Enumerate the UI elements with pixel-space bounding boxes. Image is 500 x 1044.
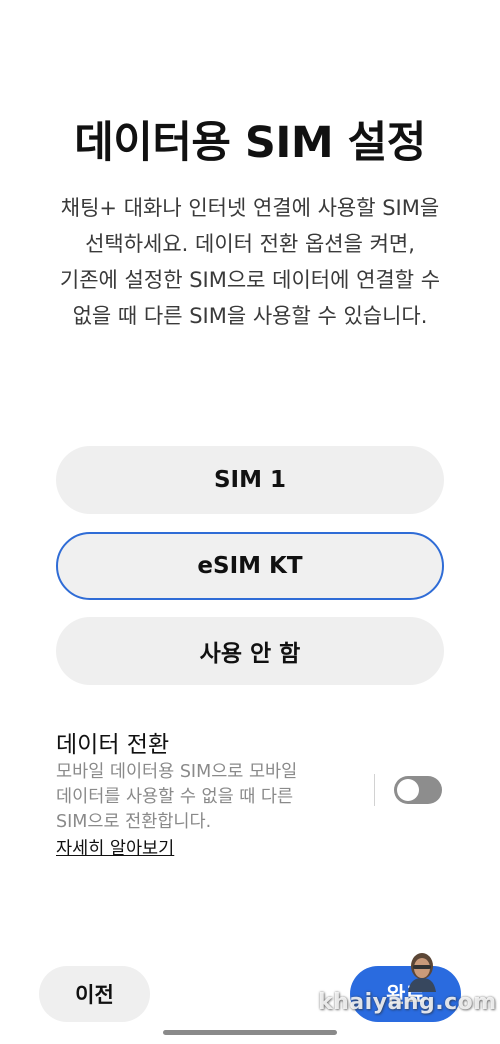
previous-button-label: 이전 [75,983,114,1007]
watermark-avatar-icon [408,953,436,992]
sim-option-label: SIM 1 [213,467,287,493]
description-line: 채팅+ 대화나 인터넷 연결에 사용할 SIM을 [60,196,440,220]
toggle-knob [397,779,419,801]
page-description: 채팅+ 대화나 인터넷 연결에 사용할 SIM을 선택하세요. 데이터 전환 옵… [30,190,470,334]
previous-button[interactable]: 이전 [39,966,150,1022]
data-switch-description-line: SIM으로 전환합니다. [56,812,212,832]
sim-option-label: 사용 안 함 [199,641,301,667]
data-switch-description-line: 모바일 데이터용 SIM으로 모바일 [56,762,298,782]
sim-data-settings-screen: 데이터용 SIM 설정 채팅+ 대화나 인터넷 연결에 사용할 SIM을 선택하… [0,0,500,1044]
sim-option-none[interactable]: 사용 안 함 [56,617,444,685]
data-switch-toggle[interactable] [394,776,442,804]
sim-option-label: eSIM KT [197,553,303,579]
data-switch-description: 모바일 데이터용 SIM으로 모바일 데이터를 사용할 수 없을 때 다른 SI… [56,760,346,835]
learn-more-link[interactable]: 자세히 알아보기 [56,835,174,860]
watermark-text: khaiyang.com [318,990,497,1015]
sim-option-sim1[interactable]: SIM 1 [56,446,444,514]
home-indicator[interactable] [163,1030,337,1035]
vertical-divider [374,774,375,806]
data-switch-description-line: 데이터를 사용할 수 없을 때 다른 [56,787,294,807]
data-switch-title: 데이터 전환 [56,732,170,758]
description-line: 없을 때 다른 SIM을 사용할 수 있습니다. [72,304,428,328]
description-line: 선택하세요. 데이터 전환 옵션을 켜면, [85,232,415,256]
description-line: 기존에 설정한 SIM으로 데이터에 연결할 수 [59,268,441,292]
page-title: 데이터용 SIM 설정 [74,118,426,168]
sim-option-esim-kt[interactable]: eSIM KT [56,532,444,600]
